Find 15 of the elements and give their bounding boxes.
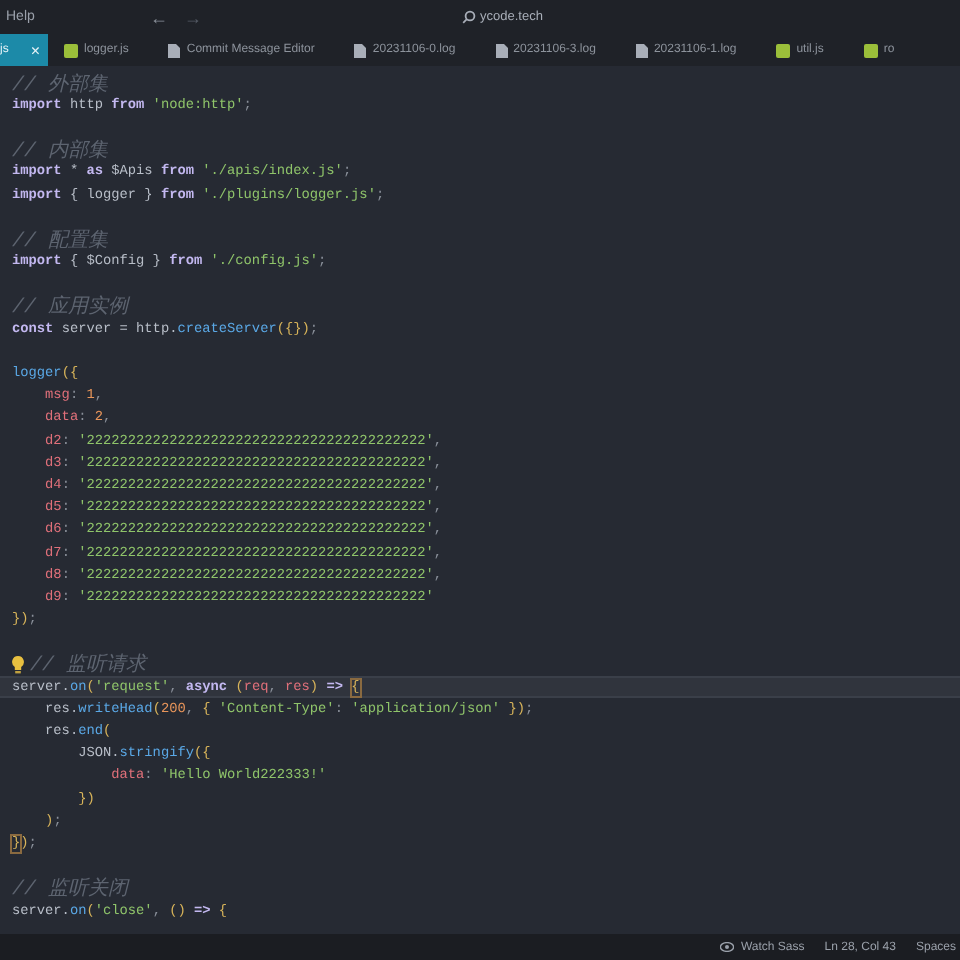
close-icon[interactable]: × <box>30 41 41 59</box>
document-icon <box>635 43 648 57</box>
lightbulb-icon[interactable] <box>12 655 24 674</box>
code-line: // 应用实例 <box>10 295 132 319</box>
document-icon <box>354 43 367 57</box>
back-button[interactable]: ← <box>150 7 168 27</box>
code-line: // 外部集 <box>10 72 111 95</box>
document-icon <box>495 43 508 57</box>
search-icon <box>462 10 476 24</box>
eye-icon <box>720 942 735 952</box>
code-line: // 配置集 <box>10 228 111 251</box>
document-icon <box>168 43 181 57</box>
code-line: // 内部集 <box>10 139 111 162</box>
code-line: // 监听关闭 <box>10 877 132 900</box>
code-line: // 监听请求 <box>0 653 960 677</box>
